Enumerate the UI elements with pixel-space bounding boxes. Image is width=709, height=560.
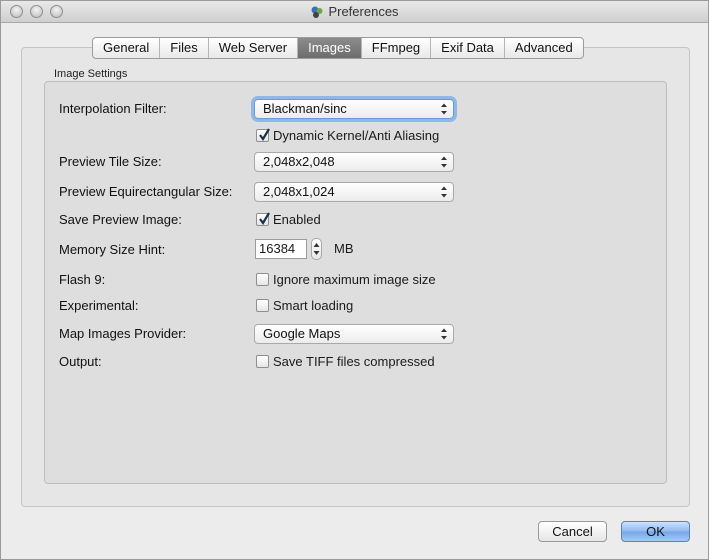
save-preview-image-checkbox[interactable] bbox=[256, 211, 270, 226]
map-images-provider-value: Google Maps bbox=[263, 326, 341, 341]
app-icon bbox=[310, 5, 324, 22]
tab-general[interactable]: General bbox=[93, 38, 161, 58]
preview-equirect-size-value: 2,048x1,024 bbox=[263, 184, 335, 199]
preview-equirect-size-label: Preview Equirectangular Size: bbox=[59, 184, 233, 199]
title-bar[interactable]: Preferences bbox=[1, 1, 708, 23]
checkmark-icon bbox=[259, 211, 270, 225]
memory-size-hint-input[interactable]: 16384 bbox=[255, 239, 307, 259]
output-label: Output: bbox=[59, 354, 102, 369]
interpolation-filter-value: Blackman/sinc bbox=[263, 101, 347, 116]
window-title-wrap: Preferences bbox=[1, 4, 708, 22]
preview-tile-size-popup[interactable]: 2,048x2,048 bbox=[254, 152, 454, 172]
flash9-option: Ignore maximum image size bbox=[273, 271, 436, 287]
window-title: Preferences bbox=[328, 4, 399, 19]
experimental-label: Experimental: bbox=[59, 298, 139, 313]
output-option: Save TIFF files compressed bbox=[273, 353, 435, 369]
tab-images[interactable]: Images bbox=[298, 38, 362, 58]
flash9-label: Flash 9: bbox=[59, 272, 106, 287]
output-row[interactable]: Save TIFF files compressed bbox=[256, 353, 435, 369]
updown-arrows-icon bbox=[441, 186, 447, 198]
memory-size-unit: MB bbox=[334, 241, 354, 256]
ignore-max-image-size-checkbox[interactable] bbox=[256, 272, 269, 286]
tab-ffmpeg[interactable]: FFmpeg bbox=[362, 38, 432, 58]
interpolation-filter-popup[interactable]: Blackman/sinc bbox=[254, 99, 454, 119]
updown-arrows-icon bbox=[441, 328, 447, 340]
experimental-option: Smart loading bbox=[273, 297, 354, 313]
updown-arrows-icon bbox=[313, 243, 320, 255]
tab-exif-data[interactable]: Exif Data bbox=[431, 38, 505, 58]
memory-size-hint-label: Memory Size Hint: bbox=[59, 242, 166, 257]
dynamic-kernel-label: Dynamic Kernel/Anti Aliasing bbox=[273, 127, 440, 143]
checkmark-icon bbox=[259, 127, 270, 141]
preview-tile-size-value: 2,048x2,048 bbox=[263, 154, 335, 169]
preferences-window: Preferences General Files Web Server Ima… bbox=[0, 0, 709, 560]
preview-equirect-size-popup[interactable]: 2,048x1,024 bbox=[254, 182, 454, 202]
flash9-row[interactable]: Ignore maximum image size bbox=[256, 271, 436, 287]
save-tiff-compressed-checkbox[interactable] bbox=[256, 354, 269, 368]
experimental-row[interactable]: Smart loading bbox=[256, 297, 353, 313]
tab-advanced[interactable]: Advanced bbox=[505, 38, 583, 58]
tab-web-server[interactable]: Web Server bbox=[209, 38, 299, 58]
memory-size-stepper[interactable] bbox=[311, 238, 322, 260]
save-preview-image-row[interactable]: Enabled bbox=[256, 211, 321, 227]
preview-tile-size-label: Preview Tile Size: bbox=[59, 154, 162, 169]
dynamic-kernel-row[interactable]: Dynamic Kernel/Anti Aliasing bbox=[256, 127, 439, 143]
ok-button[interactable]: OK bbox=[621, 521, 690, 542]
updown-arrows-icon bbox=[441, 156, 447, 168]
interpolation-filter-label: Interpolation Filter: bbox=[59, 101, 167, 116]
dynamic-kernel-checkbox[interactable] bbox=[256, 127, 270, 142]
updown-arrows-icon bbox=[441, 103, 447, 115]
tab-bar: General Files Web Server Images FFmpeg E… bbox=[92, 37, 584, 59]
save-preview-image-label: Save Preview Image: bbox=[59, 212, 182, 227]
map-images-provider-popup[interactable]: Google Maps bbox=[254, 324, 454, 344]
map-images-provider-label: Map Images Provider: bbox=[59, 326, 187, 341]
group-title: Image Settings bbox=[54, 68, 128, 80]
smart-loading-checkbox[interactable] bbox=[256, 298, 269, 312]
cancel-button[interactable]: Cancel bbox=[538, 521, 607, 542]
tab-files[interactable]: Files bbox=[160, 38, 209, 58]
save-preview-image-option: Enabled bbox=[273, 211, 321, 227]
